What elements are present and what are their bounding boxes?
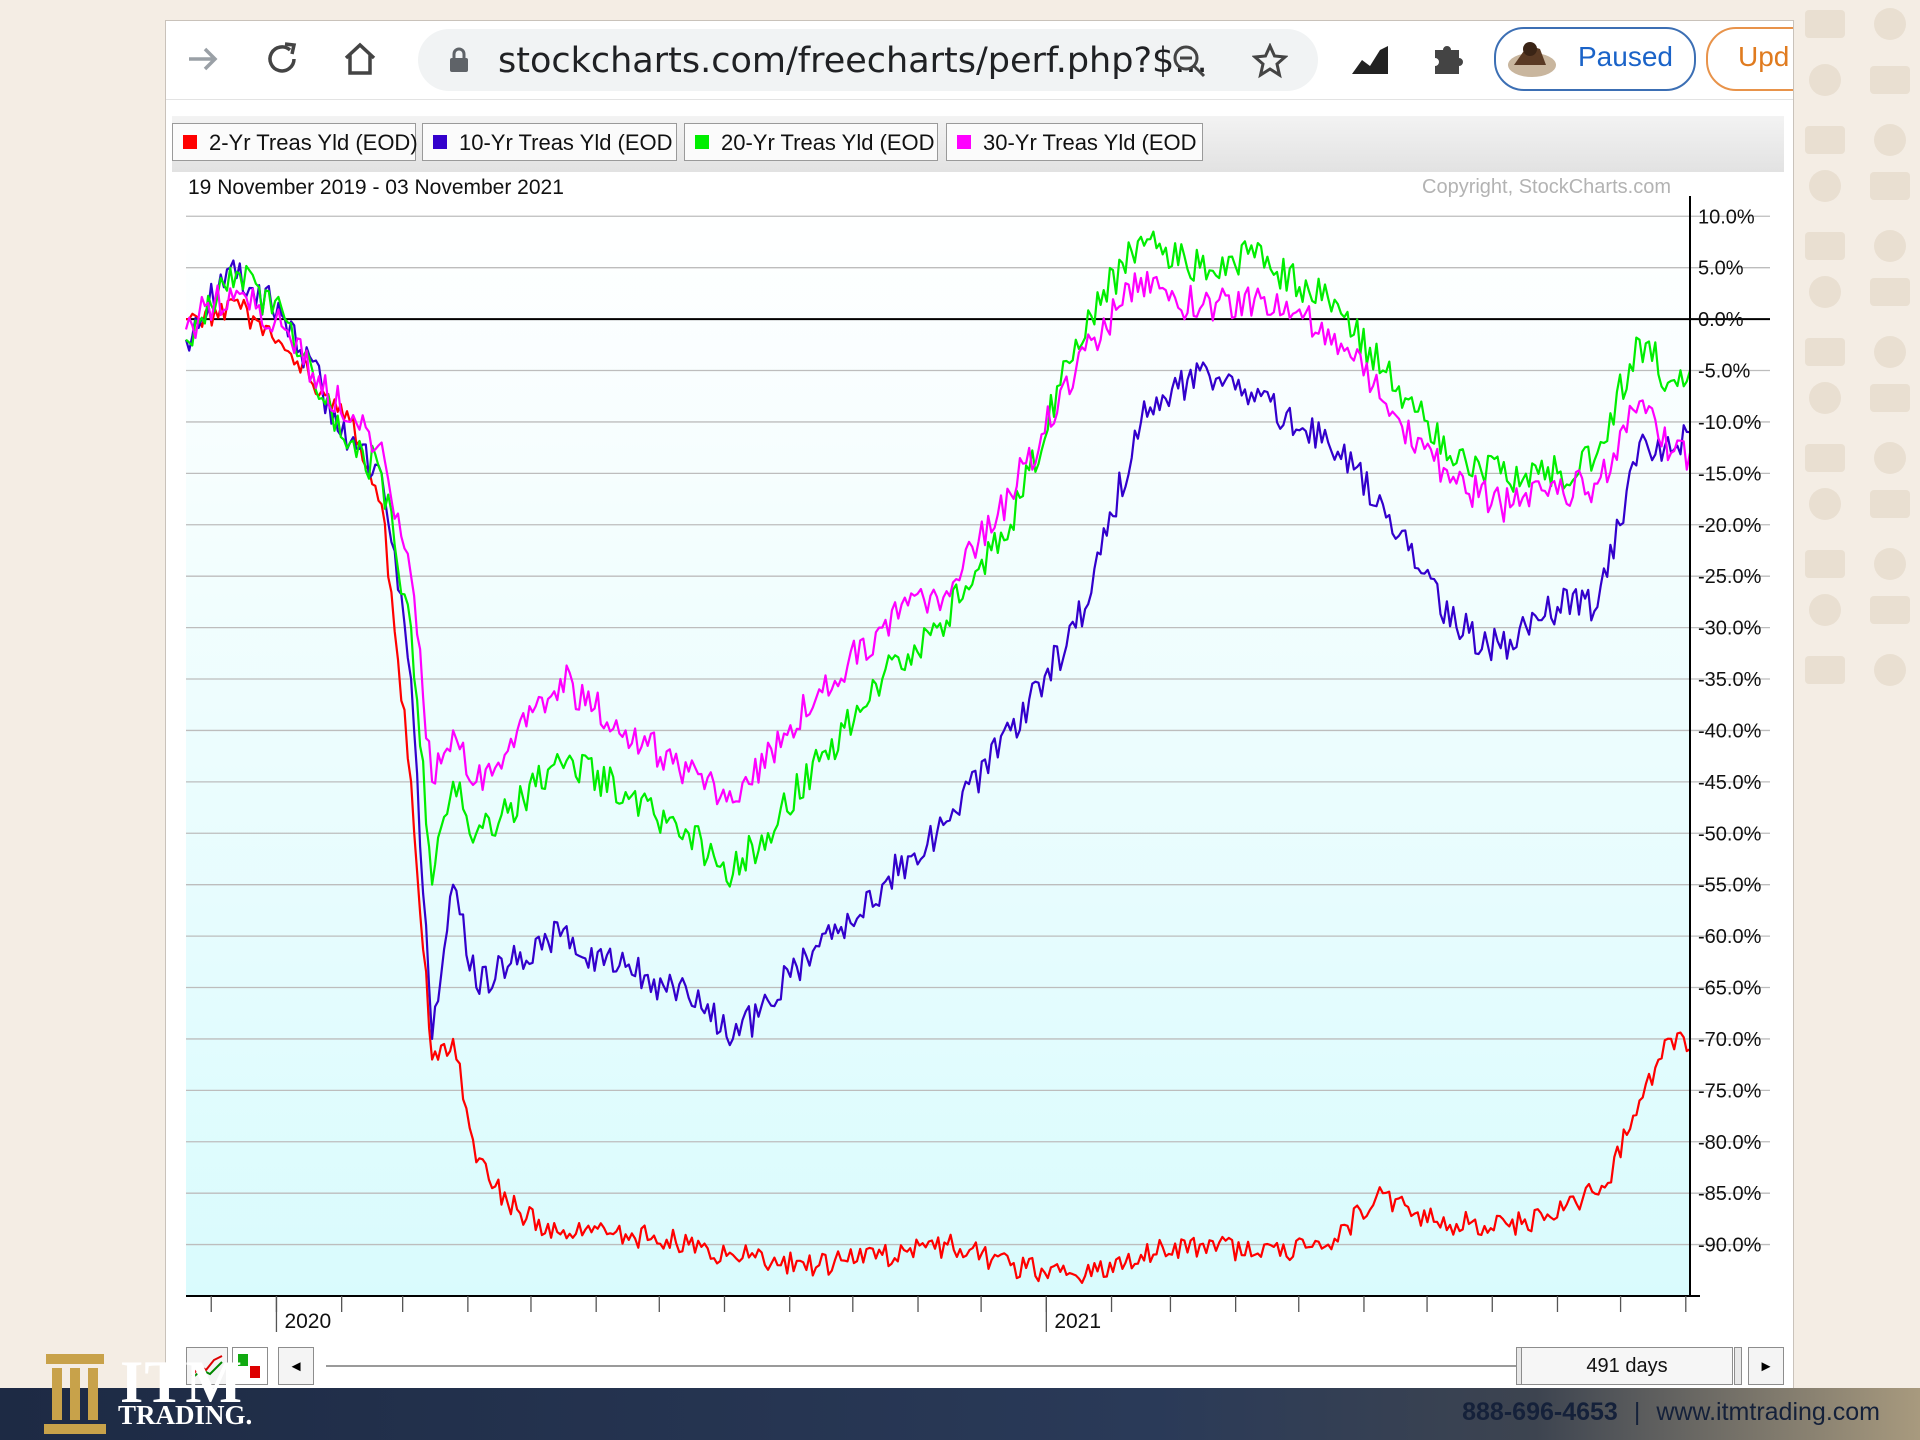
contact-info: 888-696-4653 | www.itmtrading.com	[1462, 1398, 1880, 1427]
brand-sub: TRADING.	[118, 1400, 253, 1430]
y-tick-label: -80.0%	[1698, 1132, 1762, 1154]
y-tick-label: -15.0%	[1698, 463, 1762, 485]
y-tick-label: -45.0%	[1698, 772, 1762, 794]
plot-background	[186, 206, 1690, 1296]
y-tick-label: -40.0%	[1698, 720, 1762, 742]
itm-logo: ITM TRADING.	[40, 1348, 270, 1440]
y-tick-label: 0.0%	[1698, 309, 1744, 331]
separator: |	[1633, 1398, 1641, 1426]
y-tick-label: -50.0%	[1698, 823, 1762, 845]
y-tick-label: -65.0%	[1698, 978, 1762, 1000]
browser-window: stockcharts.com/freecharts/perf.php?$...…	[165, 20, 1794, 1392]
slider-grip-right[interactable]	[1734, 1347, 1742, 1385]
y-tick-label: -25.0%	[1698, 566, 1762, 588]
x-tick-label: 2021	[1054, 1310, 1101, 1333]
phone-number[interactable]: 888-696-4653	[1462, 1398, 1618, 1426]
y-tick-label: -5.0%	[1698, 361, 1750, 383]
y-tick-label: -85.0%	[1698, 1183, 1762, 1205]
performance-chart: 10.0% 5.0% 0.0% -5.0% -10.0% -15.0% -20.0% -25.…	[184, 196, 1770, 1333]
y-tick-label: -75.0%	[1698, 1080, 1762, 1102]
scroll-right-button[interactable]: ►	[1748, 1347, 1784, 1385]
chart-navigator: ◄ 491 days ►	[166, 1341, 1793, 1391]
scroll-left-button[interactable]: ◄	[278, 1347, 314, 1385]
y-tick-label: 10.0%	[1698, 206, 1755, 228]
website-link[interactable]: www.itmtrading.com	[1656, 1398, 1880, 1426]
x-tick-label: 2020	[284, 1310, 331, 1333]
y-tick-label: -90.0%	[1698, 1235, 1762, 1257]
y-tick-label: 5.0%	[1698, 258, 1744, 280]
slider-track[interactable]	[326, 1365, 1536, 1367]
y-tick-label: -55.0%	[1698, 875, 1762, 897]
y-tick-label: -70.0%	[1698, 1029, 1762, 1051]
days-display: 491 days	[1521, 1347, 1733, 1385]
y-tick-label: -10.0%	[1698, 412, 1762, 434]
decorative-pattern	[1805, 8, 1910, 686]
y-tick-label: -60.0%	[1698, 926, 1762, 948]
y-tick-label: -20.0%	[1698, 515, 1762, 537]
y-tick-label: -30.0%	[1698, 618, 1762, 640]
y-tick-label: -35.0%	[1698, 669, 1762, 691]
column-logo-icon	[44, 1354, 106, 1434]
